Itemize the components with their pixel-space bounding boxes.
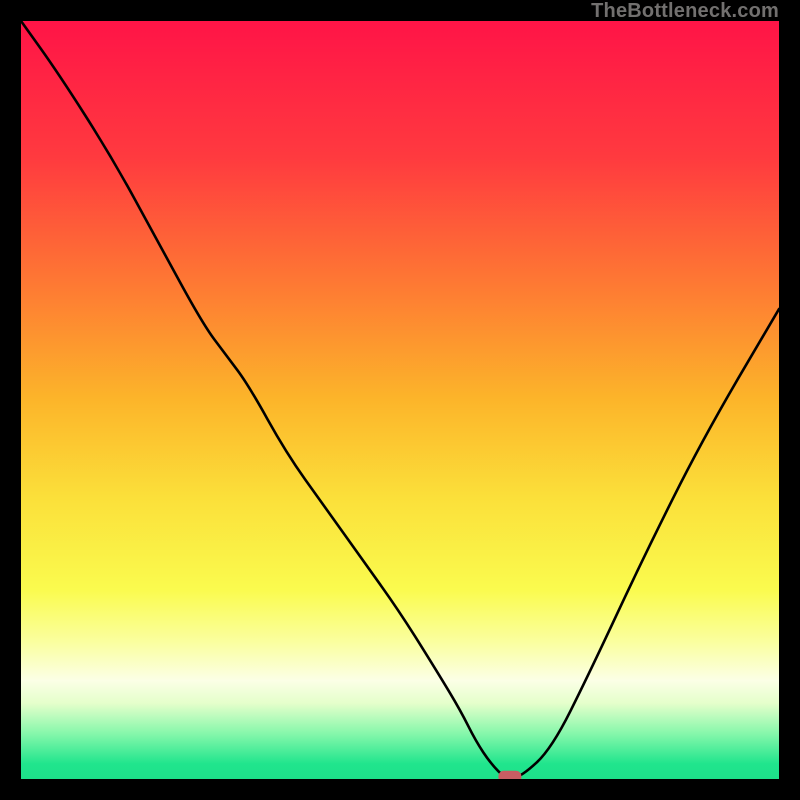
- watermark-text: TheBottleneck.com: [591, 0, 779, 23]
- chart-frame: TheBottleneck.com: [0, 0, 800, 800]
- optimal-marker: [499, 771, 521, 779]
- plot-area: [21, 21, 779, 779]
- gradient-rect: [21, 21, 779, 779]
- chart-svg: [21, 21, 779, 779]
